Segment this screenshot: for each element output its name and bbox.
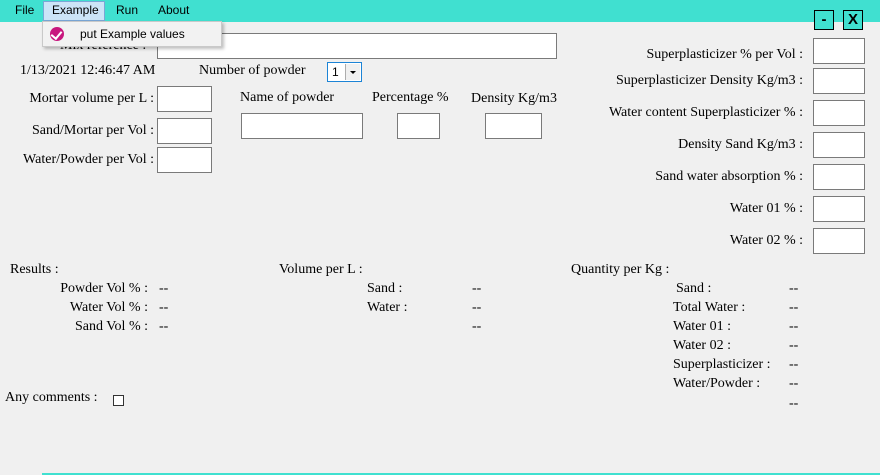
number-of-powder-label: Number of powder <box>199 63 306 78</box>
sp-density-input[interactable] <box>813 68 865 94</box>
qty-total-water-value: -- <box>789 300 799 315</box>
water02-input[interactable] <box>813 228 865 254</box>
menu-about[interactable]: About <box>158 3 189 17</box>
put-example-values-label: put Example values <box>80 27 185 41</box>
volume-sand-value: -- <box>472 281 482 296</box>
sand-absorption-label: Sand water absorption % : <box>655 169 803 184</box>
percentage-header: Percentage % <box>372 90 449 105</box>
water-sp-input[interactable] <box>813 100 865 126</box>
results-title: Results : <box>10 262 59 277</box>
comments-checkbox[interactable] <box>113 395 124 406</box>
qty-water02-value: -- <box>789 338 799 353</box>
powder-percentage-input[interactable] <box>397 113 440 139</box>
water-vol-label: Water Vol % : <box>69 300 148 315</box>
powder-vol-label: Powder Vol % : <box>60 281 148 296</box>
menu-example[interactable]: Example <box>52 3 99 17</box>
qty-sand-label: Sand : <box>676 281 712 296</box>
number-of-powder-select[interactable]: 1 <box>327 62 362 82</box>
qty-sand-value: -- <box>789 281 799 296</box>
minimize-button[interactable]: - <box>814 10 834 30</box>
sand-mortar-input[interactable] <box>157 118 212 144</box>
powder-vol-value: -- <box>159 281 169 296</box>
water-vol-value: -- <box>159 300 169 315</box>
name-of-powder-header: Name of powder <box>240 90 335 105</box>
qty-total-water-label: Total Water : <box>673 300 746 315</box>
density-sand-input[interactable] <box>813 132 865 158</box>
qty-water01-label: Water 01 : <box>673 319 731 334</box>
sand-absorption-input[interactable] <box>813 164 865 190</box>
sp-percent-input[interactable] <box>813 38 865 64</box>
volume-water-label: Water : <box>367 300 408 315</box>
mortar-volume-label: Mortar volume per L : <box>29 91 154 106</box>
sp-percent-label: Superplasticizer % per Vol : <box>646 47 803 62</box>
qty-extra-value: -- <box>789 396 799 411</box>
volume-sand-label: Sand : <box>367 281 403 296</box>
water01-label: Water 01 % : <box>729 201 803 216</box>
qty-wp-value: -- <box>789 376 799 391</box>
sand-vol-value: -- <box>159 319 169 334</box>
quantity-title: Quantity per Kg : <box>571 262 670 277</box>
check-circle-icon <box>50 27 64 41</box>
sand-mortar-label: Sand/Mortar per Vol : <box>32 123 154 138</box>
powder-name-input[interactable] <box>241 113 363 139</box>
powder-density-input[interactable] <box>485 113 542 139</box>
volume-water-value: -- <box>472 300 482 315</box>
comments-label: Any comments : <box>5 390 98 405</box>
qty-sp-label: Superplasticizer : <box>673 357 771 372</box>
volume-title: Volume per L : <box>279 262 363 277</box>
water02-label: Water 02 % : <box>729 233 803 248</box>
sp-density-label: Superplasticizer Density Kg/m3 : <box>615 73 803 88</box>
qty-water01-value: -- <box>789 319 799 334</box>
menu-file[interactable]: File <box>15 3 34 17</box>
qty-wp-label: Water/Powder : <box>673 376 761 391</box>
volume-extra-value: -- <box>472 319 482 334</box>
chevron-down-icon[interactable] <box>345 64 360 80</box>
density-header: Density Kg/m3 <box>471 91 557 106</box>
example-dropdown: put Example values <box>42 21 222 47</box>
qty-water02-label: Water 02 : <box>673 338 731 353</box>
water-powder-label: Water/Powder per Vol : <box>23 152 154 167</box>
number-of-powder-value: 1 <box>332 65 339 79</box>
close-button[interactable]: X <box>843 10 863 30</box>
density-sand-label: Density Sand Kg/m3 : <box>678 137 803 152</box>
water01-input[interactable] <box>813 196 865 222</box>
qty-sp-value: -- <box>789 357 799 372</box>
timestamp: 1/13/2021 12:46:47 AM <box>20 63 156 78</box>
water-powder-input[interactable] <box>157 147 212 173</box>
water-sp-label: Water content Superplasticizer % : <box>608 105 803 120</box>
menu-run[interactable]: Run <box>116 3 138 17</box>
sand-vol-label: Sand Vol % : <box>75 319 148 334</box>
mortar-volume-input[interactable] <box>157 86 212 112</box>
